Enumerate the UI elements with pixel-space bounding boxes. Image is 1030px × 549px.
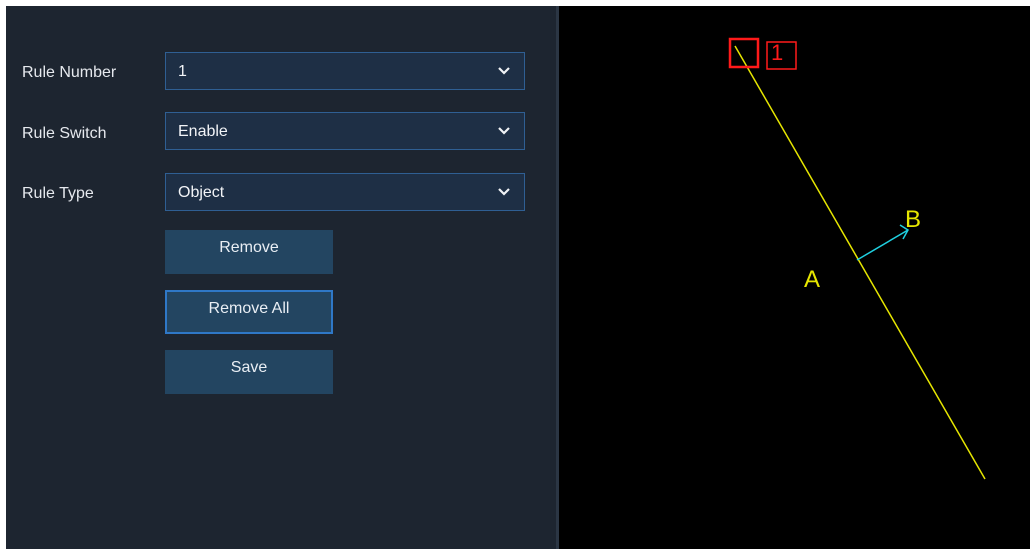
rule-switch-label: Rule Switch: [22, 125, 107, 142]
rule-switch-select[interactable]: Enable: [165, 112, 525, 150]
rule-switch-value: Enable: [178, 123, 228, 140]
chevron-down-icon: [498, 188, 510, 196]
chevron-down-icon: [498, 67, 510, 75]
rule-id-label: 1: [771, 40, 784, 65]
rule-type-label: Rule Type: [22, 185, 94, 202]
direction-arrow-shaft: [856, 229, 909, 261]
rule-overlay: [728, 37, 986, 480]
rule-type-value: Object: [178, 184, 225, 201]
rule-number-value: 1: [178, 63, 187, 80]
remove-button[interactable]: Remove: [165, 230, 333, 274]
save-button[interactable]: Save: [165, 350, 333, 394]
rule-number-label: Rule Number: [22, 64, 117, 81]
tripwire-line: [734, 45, 986, 480]
video-preview[interactable]: 1 A B: [559, 6, 1030, 549]
side-b-label: B: [905, 206, 922, 233]
remove-all-button[interactable]: Remove All: [165, 290, 333, 334]
side-a-label: A: [804, 266, 821, 293]
chevron-down-icon: [498, 127, 510, 135]
rule-type-select[interactable]: Object: [165, 173, 525, 211]
rule-number-select[interactable]: 1: [165, 52, 525, 90]
